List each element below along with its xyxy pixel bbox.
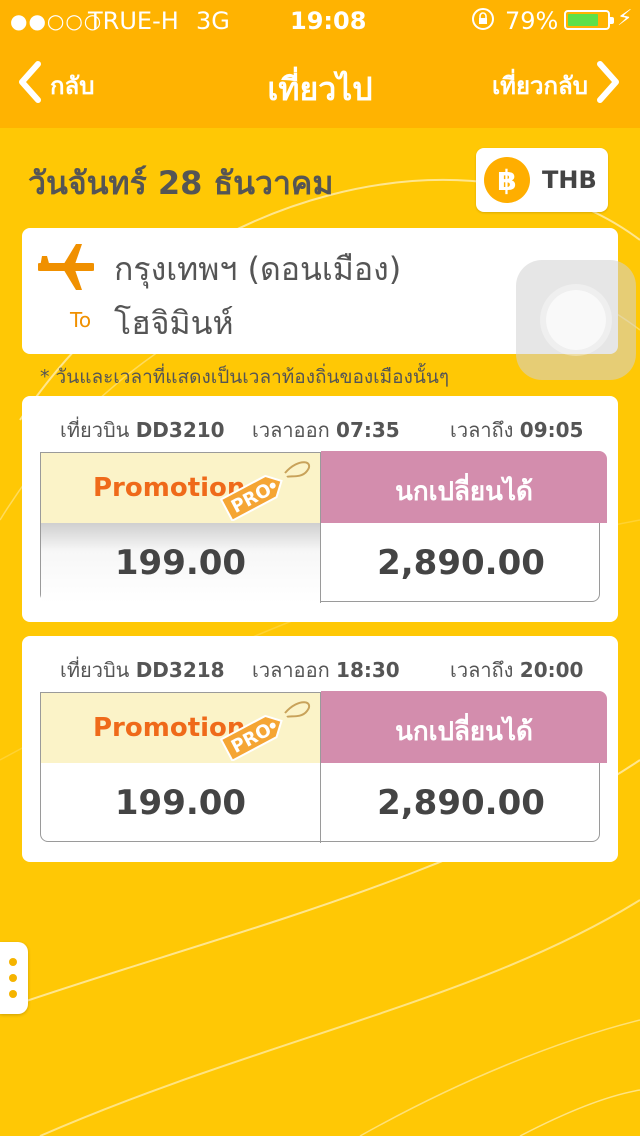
flight-card: เที่ยวบิน DD3210 เวลาออก 07:35 เวลาถึง 0…: [22, 396, 618, 622]
battery-icon: [564, 10, 614, 30]
return-flight-label: เที่ยวกลับ: [491, 71, 588, 100]
travel-date: วันจันทร์ 28 ธันวาคม: [28, 164, 334, 202]
battery-level-fill: [568, 14, 599, 26]
arrival-time: เวลาถึง 09:05: [450, 418, 584, 442]
fare-options: Promotion PRO 199.00 นกเปลี่ยนได้ 2,890.…: [40, 691, 607, 843]
pro-tag-icon: PRO: [219, 701, 310, 761]
rotation-lock-icon: [470, 6, 496, 38]
more-dots-icon: [9, 958, 17, 998]
promotion-fare-option[interactable]: Promotion PRO 199.00: [41, 453, 321, 603]
charging-bolt-icon: ⚡: [617, 6, 633, 31]
status-bar: ●●○○○ TRUE-H 3G 19:08 79% ⚡: [0, 0, 640, 40]
departure-time: เวลาออก 18:30: [252, 658, 400, 682]
airplane-icon: [38, 244, 94, 290]
flight-info-row: เที่ยวบิน DD3218 เวลาออก 18:30 เวลาถึง 2…: [22, 654, 618, 684]
origin-city: กรุงเทพฯ (ดอนเมือง): [114, 250, 402, 288]
baht-coin-icon: ฿: [484, 157, 530, 203]
promotion-fare-option[interactable]: Promotion PRO 199.00: [41, 693, 321, 843]
flight-card: เที่ยวบิน DD3218 เวลาออก 18:30 เวลาถึง 2…: [22, 636, 618, 862]
navigation-bar: กลับ เที่ยวไป เที่ยวกลับ: [0, 40, 640, 128]
promotion-fare-header: Promotion PRO: [41, 453, 320, 523]
battery-percent: 79%: [505, 7, 559, 35]
departure-time: เวลาออก 07:35: [252, 418, 400, 442]
flight-number: เที่ยวบิน DD3210: [60, 418, 225, 442]
flexible-fare-header: นกเปลี่ยนได้: [321, 691, 607, 763]
local-time-note: * วันและเวลาที่แสดงเป็นเวลาท้องถิ่นของเม…: [40, 366, 450, 388]
return-flight-button[interactable]: เที่ยวกลับ: [492, 60, 622, 110]
assistive-touch-dot: [546, 290, 606, 350]
flexible-fare-option[interactable]: นกเปลี่ยนได้ 2,890.00: [321, 451, 607, 603]
assistive-touch-button[interactable]: [516, 260, 636, 380]
promotion-fare-price: 199.00: [114, 783, 247, 823]
flexible-fare-option[interactable]: นกเปลี่ยนได้ 2,890.00: [321, 691, 607, 843]
arrival-time: เวลาถึง 20:00: [450, 658, 584, 682]
promotion-fare-price: 199.00: [41, 523, 320, 603]
promotion-fare-header: Promotion PRO: [41, 693, 320, 763]
currency-code: THB: [542, 166, 597, 194]
flexible-fare-price: 2,890.00: [377, 783, 545, 823]
fare-options: Promotion PRO 199.00 นกเปลี่ยนได้ 2,890.…: [40, 451, 607, 603]
destination-city: โฮจิมินห์: [114, 304, 234, 342]
flexible-fare-header: นกเปลี่ยนได้: [321, 451, 607, 523]
flight-number: เที่ยวบิน DD3218: [60, 658, 225, 682]
chevron-right-icon: [596, 60, 622, 110]
carrier-name: TRUE-H: [88, 7, 179, 35]
flexible-fare-price: 2,890.00: [377, 543, 545, 583]
status-time: 19:08: [290, 7, 367, 35]
currency-button[interactable]: ฿ THB: [476, 148, 608, 212]
to-label: To: [70, 308, 92, 332]
flight-info-row: เที่ยวบิน DD3210 เวลาออก 07:35 เวลาถึง 0…: [22, 414, 618, 444]
side-menu-handle[interactable]: [0, 942, 28, 1014]
network-type: 3G: [196, 7, 230, 35]
pro-tag-icon: PRO: [219, 461, 310, 521]
